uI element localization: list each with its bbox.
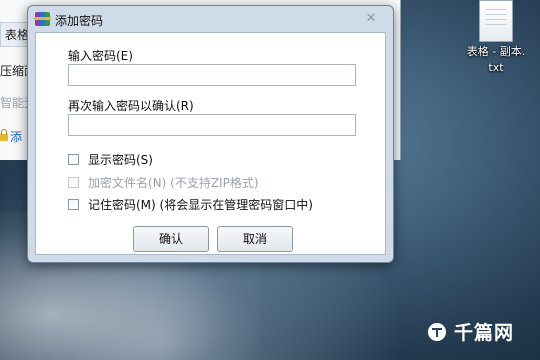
show-password-checkbox[interactable]: 显示密码(S): [68, 151, 153, 168]
password-label: 输入密码(E): [68, 49, 133, 63]
file-label-line: txt: [488, 61, 504, 74]
confirm-password-label: 再次输入密码以确认(R): [68, 99, 194, 113]
desktop-file-icon[interactable]: 表格 - 副本. txt: [456, 0, 536, 76]
checkbox-label: 显示密码(S): [88, 153, 153, 167]
confirm-password-input[interactable]: [68, 114, 356, 136]
text-file-icon: [479, 0, 513, 42]
remember-password-checkbox[interactable]: 记住密码(M) (将会显示在管理密码窗口中): [68, 196, 313, 213]
checkbox-box[interactable]: [68, 154, 79, 165]
lock-icon: [0, 129, 8, 141]
watermark: 千篇网: [428, 318, 514, 345]
background-add-link[interactable]: 添: [0, 128, 22, 145]
add-password-dialog: 添加密码 ✕ 输入密码(E) 再次输入密码以确认(R) 显示密码(S) 加密文件…: [27, 5, 394, 263]
checkbox-label: 加密文件名(N) (不支持ZIP格式): [88, 176, 259, 190]
dialog-title: 添加密码: [55, 14, 104, 28]
checkbox-box: [68, 177, 79, 188]
background-item-label: 表格: [5, 28, 30, 42]
winrar-icon: [34, 12, 51, 26]
ok-button[interactable]: 确认: [133, 226, 209, 252]
watermark-text: 千篇网: [454, 322, 515, 344]
file-label-line: 表格 - 副本.: [466, 45, 526, 58]
watermark-logo-icon: [428, 322, 446, 341]
dialog-titlebar[interactable]: 添加密码 ✕: [28, 6, 393, 32]
background-item-label: 添: [10, 130, 23, 144]
close-button[interactable]: ✕: [359, 11, 383, 27]
desktop-file-label: 表格 - 副本. txt: [456, 44, 536, 76]
encrypt-filenames-checkbox: 加密文件名(N) (不支持ZIP格式): [68, 174, 259, 191]
password-input[interactable]: [68, 64, 356, 86]
checkbox-box[interactable]: [68, 199, 79, 210]
checkbox-label: 记住密码(M) (将会显示在管理密码窗口中): [88, 198, 313, 212]
dialog-body: 输入密码(E) 再次输入密码以确认(R) 显示密码(S) 加密文件名(N) (不…: [35, 32, 386, 255]
cancel-button[interactable]: 取消: [217, 226, 293, 252]
